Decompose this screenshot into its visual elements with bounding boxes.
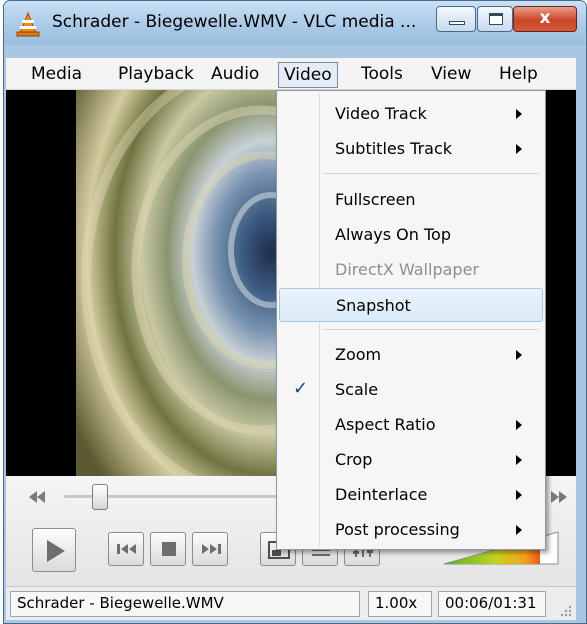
checkmark-icon: ✓ <box>293 378 309 399</box>
status-playback-speed[interactable]: 1.00x <box>368 591 432 617</box>
menu-item-label: Crop <box>335 450 373 469</box>
vlc-cone-icon <box>16 11 40 37</box>
menu-media[interactable]: Media <box>26 62 87 88</box>
submenu-arrow-icon <box>516 490 522 500</box>
previous-icon <box>117 544 136 554</box>
menu-item-post-processing[interactable]: Post processing <box>279 513 543 547</box>
submenu-arrow-icon <box>516 144 522 154</box>
rewind-icon[interactable] <box>28 490 46 504</box>
menu-item-subtitles-track[interactable]: Subtitles Track <box>279 132 543 166</box>
submenu-arrow-icon <box>516 420 522 430</box>
fast-forward-icon[interactable] <box>550 490 568 504</box>
submenu-arrow-icon <box>516 350 522 360</box>
menu-item-label: Fullscreen <box>335 190 416 209</box>
title-bar[interactable]: Schrader - Biegewelle.WMV - VLC media ..… <box>4 1 586 45</box>
menu-item-scale[interactable]: ✓ Scale <box>279 373 543 407</box>
menu-view[interactable]: View <box>426 62 476 88</box>
menu-separator <box>323 329 539 330</box>
minimize-icon <box>449 21 465 25</box>
menu-item-label: Aspect Ratio <box>335 415 436 434</box>
video-menu-dropdown: Video Track Subtitles Track Fullscreen A… <box>276 90 546 550</box>
menu-item-always-on-top[interactable]: Always On Top <box>279 218 543 252</box>
stop-button[interactable] <box>150 532 186 566</box>
menu-playback[interactable]: Playback <box>113 62 199 88</box>
menu-item-deinterlace[interactable]: Deinterlace <box>279 478 543 512</box>
stop-icon <box>162 542 176 556</box>
minimize-button[interactable] <box>436 6 476 32</box>
close-icon: x <box>539 8 551 28</box>
submenu-arrow-icon <box>516 109 522 119</box>
menu-tools[interactable]: Tools <box>356 62 408 88</box>
next-button[interactable] <box>192 532 228 566</box>
close-button[interactable]: x <box>513 6 577 32</box>
play-button[interactable] <box>32 528 76 572</box>
menu-separator <box>323 173 539 174</box>
menu-audio[interactable]: Audio <box>206 62 264 88</box>
maximize-button[interactable] <box>477 6 513 32</box>
menu-item-crop[interactable]: Crop <box>279 443 543 477</box>
menu-item-snapshot[interactable]: Snapshot <box>279 288 543 322</box>
status-filename: Schrader - Biegewelle.WMV <box>10 591 360 617</box>
menu-item-aspect-ratio[interactable]: Aspect Ratio <box>279 408 543 442</box>
menu-item-label: Zoom <box>335 345 382 364</box>
menu-item-directx-wallpaper: DirectX Wallpaper <box>279 253 543 287</box>
menu-item-video-track[interactable]: Video Track <box>279 97 543 131</box>
menu-item-label: Deinterlace <box>335 485 428 504</box>
menu-item-label: Video Track <box>335 104 427 123</box>
menu-item-label: Post processing <box>335 520 460 539</box>
menu-help[interactable]: Help <box>494 62 543 88</box>
menu-item-fullscreen[interactable]: Fullscreen <box>279 183 543 217</box>
menu-item-label: DirectX Wallpaper <box>335 260 479 279</box>
status-bar: Schrader - Biegewelle.WMV 1.00x 00:06/01… <box>6 586 576 620</box>
menu-item-label: Subtitles Track <box>335 139 453 158</box>
menu-item-label: Scale <box>335 380 379 399</box>
menu-item-zoom[interactable]: Zoom <box>279 338 543 372</box>
window-title: Schrader - Biegewelle.WMV - VLC media ..… <box>52 12 417 32</box>
status-time[interactable]: 00:06/01:31 <box>438 591 546 617</box>
play-icon <box>47 540 65 562</box>
menu-item-label: Always On Top <box>335 225 451 244</box>
previous-button[interactable] <box>108 532 144 566</box>
resize-grip-icon[interactable] <box>558 603 572 617</box>
menu-item-label: Snapshot <box>336 296 411 315</box>
seek-handle[interactable] <box>92 484 108 510</box>
submenu-arrow-icon <box>516 455 522 465</box>
maximize-icon <box>489 13 503 25</box>
menu-video[interactable]: Video <box>278 62 338 88</box>
menu-bar: Media Playback Audio Video Tools View He… <box>6 58 576 90</box>
submenu-arrow-icon <box>516 525 522 535</box>
next-icon <box>202 544 221 554</box>
